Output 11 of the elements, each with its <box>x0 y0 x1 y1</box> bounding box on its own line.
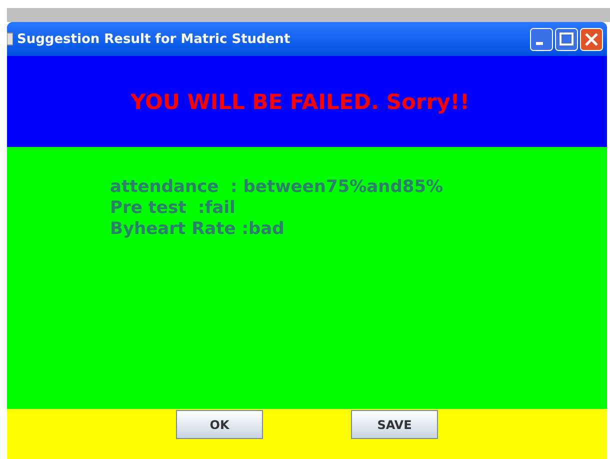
app-icon <box>7 32 13 46</box>
dialog-button[interactable]: OK <box>176 410 263 439</box>
result-line: Pre test :fail <box>110 198 236 219</box>
result-line: attendance : between75%and85% <box>110 177 444 198</box>
dialog-button[interactable]: SAVE <box>351 410 438 439</box>
window-title: Suggestion Result for Matric Student <box>17 32 292 46</box>
minimize-button[interactable] <box>530 28 553 50</box>
close-button[interactable] <box>580 28 603 50</box>
maximize-button[interactable] <box>555 28 578 50</box>
result-headline: YOU WILL BE FAILED. Sorry!! <box>130 90 470 114</box>
result-line: Byheart Rate :bad <box>110 219 284 240</box>
